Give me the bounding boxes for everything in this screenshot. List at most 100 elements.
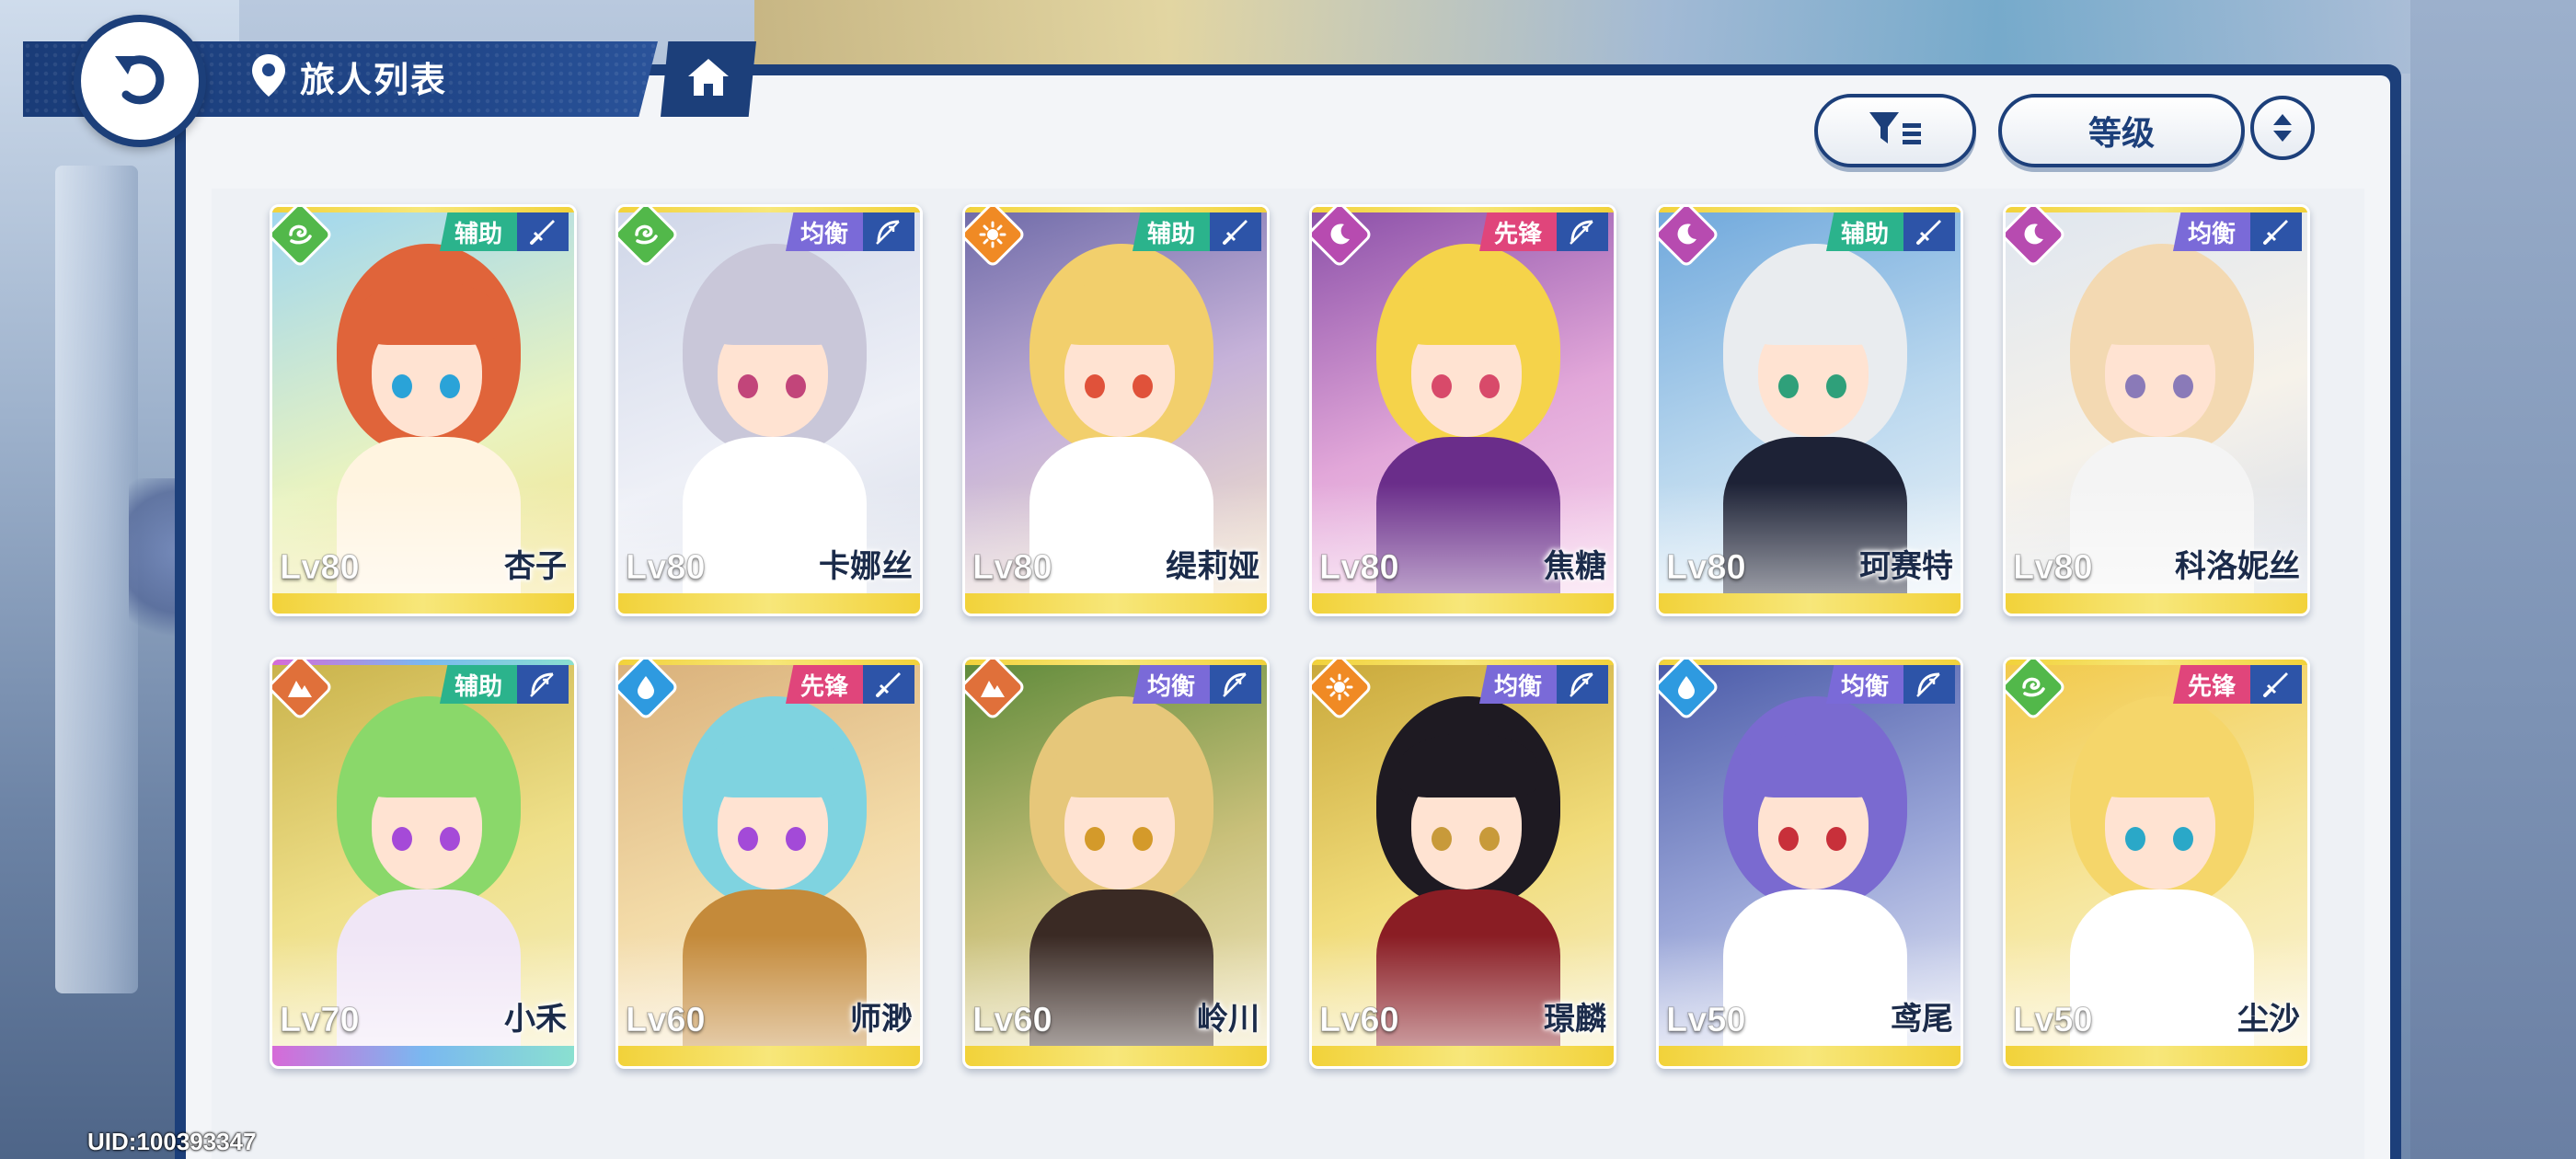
- rarity-bar: [965, 1046, 1267, 1066]
- bow-icon: [1557, 212, 1608, 251]
- sort-ascending-icon: [2273, 114, 2292, 125]
- character-portrait: [1312, 660, 1614, 1055]
- character-portrait: [1659, 207, 1961, 602]
- character-card[interactable]: 均衡 Lv60 璟麟: [1309, 657, 1616, 1069]
- character-portrait: [2006, 207, 2307, 602]
- character-card[interactable]: 先锋 Lv60 师渺: [615, 657, 923, 1069]
- character-name: 缇莉娅: [1166, 548, 1259, 585]
- character-level: Lv80: [1666, 548, 1747, 588]
- sword-icon: [2250, 212, 2302, 251]
- rarity-bar: [1312, 593, 1614, 614]
- role-tag: 辅助: [439, 665, 517, 704]
- background-right: [2410, 0, 2576, 1159]
- character-name: 焦糖: [1544, 548, 1606, 585]
- character-name: 鸢尾: [1891, 1001, 1953, 1038]
- sort-order-button[interactable]: [2250, 96, 2315, 160]
- rarity-bar: [618, 593, 920, 614]
- role-tag: 均衡: [2172, 212, 2250, 251]
- role-tag: 辅助: [439, 212, 517, 251]
- sword-icon: [1210, 212, 1261, 251]
- character-card[interactable]: 辅助 Lv80 杏子: [270, 204, 577, 616]
- sort-by-dropdown[interactable]: 等级: [1998, 94, 2245, 167]
- character-name: 珂赛特: [1859, 548, 1953, 585]
- character-card[interactable]: 均衡 Lv80 卡娜丝: [615, 204, 923, 616]
- role-tag: 辅助: [1132, 212, 1210, 251]
- character-portrait: [272, 660, 574, 1055]
- character-name: 小禾: [504, 1001, 567, 1038]
- rarity-bar: [272, 1046, 574, 1066]
- sword-icon: [2250, 665, 2302, 704]
- character-level: Lv80: [972, 548, 1053, 588]
- character-level: Lv80: [1319, 548, 1400, 588]
- role-tag: 先锋: [2172, 665, 2250, 704]
- rarity-bar: [272, 593, 574, 614]
- background-pillar: [55, 166, 138, 993]
- character-level: Lv50: [2013, 1001, 2094, 1040]
- filter-icon: [1868, 109, 1923, 153]
- bow-icon: [1210, 665, 1261, 704]
- rarity-bar: [1659, 593, 1961, 614]
- sort-descending-icon: [2273, 131, 2292, 142]
- character-portrait: [1312, 207, 1614, 602]
- rarity-bar: [1659, 1046, 1961, 1066]
- background-top: [754, 0, 2410, 74]
- back-arrow-icon: [108, 47, 172, 115]
- character-portrait: [618, 207, 920, 602]
- character-portrait: [1659, 660, 1961, 1055]
- character-level: Lv60: [972, 1001, 1053, 1040]
- character-portrait: [2006, 660, 2307, 1055]
- page-title-group: 旅人列表: [250, 52, 447, 102]
- character-level: Lv60: [626, 1001, 707, 1040]
- character-portrait: [965, 207, 1267, 602]
- role-tag: 均衡: [1825, 665, 1903, 704]
- character-level: Lv60: [1319, 1001, 1400, 1040]
- role-tag: 均衡: [785, 212, 863, 251]
- character-name: 师渺: [850, 1001, 913, 1038]
- sword-icon: [1903, 212, 1955, 251]
- character-level: Lv80: [626, 548, 707, 588]
- bow-icon: [1557, 665, 1608, 704]
- role-tag: 先锋: [1478, 212, 1557, 251]
- character-portrait: [618, 660, 920, 1055]
- bow-icon: [863, 212, 914, 251]
- character-name: 卡娜丝: [819, 548, 913, 585]
- back-button[interactable]: [74, 15, 206, 147]
- bow-icon: [1903, 665, 1955, 704]
- character-card[interactable]: 辅助 Lv80 珂赛特: [1656, 204, 1963, 616]
- character-card[interactable]: 辅助 Lv70 小禾: [270, 657, 577, 1069]
- character-card[interactable]: 均衡 Lv80 科洛妮丝: [2003, 204, 2310, 616]
- character-level: Lv80: [2013, 548, 2094, 588]
- map-pin-icon: [250, 52, 287, 102]
- character-card[interactable]: 先锋 Lv50 尘沙: [2003, 657, 2310, 1069]
- role-tag: 均衡: [1132, 665, 1210, 704]
- character-name: 尘沙: [2237, 1001, 2300, 1038]
- sword-icon: [863, 665, 914, 704]
- character-level: Lv80: [280, 548, 361, 588]
- home-icon: [685, 56, 731, 102]
- role-tag: 均衡: [1478, 665, 1557, 704]
- character-name: 璟麟: [1544, 1001, 1606, 1038]
- user-id-label: UID:100393347: [87, 1128, 257, 1155]
- character-name: 科洛妮丝: [2175, 548, 2300, 585]
- character-card[interactable]: 先锋 Lv80 焦糖: [1309, 204, 1616, 616]
- page-title: 旅人列表: [300, 60, 448, 100]
- rarity-bar: [1312, 1046, 1614, 1066]
- bow-icon: [517, 665, 569, 704]
- character-card[interactable]: 辅助 Lv80 缇莉娅: [962, 204, 1270, 616]
- character-name: 杏子: [504, 548, 567, 585]
- character-card[interactable]: 均衡 Lv50 鸢尾: [1656, 657, 1963, 1069]
- character-portrait: [272, 207, 574, 602]
- character-name: 岭川: [1197, 1001, 1259, 1038]
- filter-button[interactable]: [1814, 94, 1976, 167]
- rarity-bar: [618, 1046, 920, 1066]
- home-button[interactable]: [661, 41, 756, 117]
- role-tag: 先锋: [785, 665, 863, 704]
- rarity-bar: [2006, 1046, 2307, 1066]
- rarity-bar: [2006, 593, 2307, 614]
- character-level: Lv50: [1666, 1001, 1747, 1040]
- rarity-bar: [965, 593, 1267, 614]
- character-card[interactable]: 均衡 Lv60 岭川: [962, 657, 1270, 1069]
- sword-icon: [517, 212, 569, 251]
- role-tag: 辅助: [1825, 212, 1903, 251]
- character-level: Lv70: [280, 1001, 361, 1040]
